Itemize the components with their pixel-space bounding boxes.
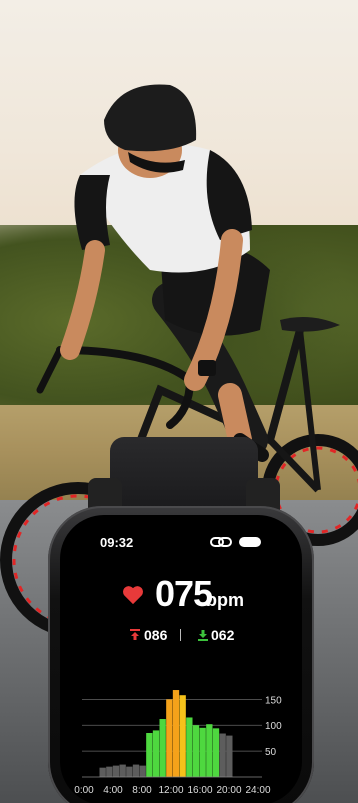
battery-icon xyxy=(239,537,261,547)
chart-bar xyxy=(219,733,226,777)
x-tick-label: 0:00 xyxy=(74,785,94,796)
y-tick-label: 100 xyxy=(265,721,282,732)
min-heart-rate: 062 xyxy=(211,627,235,643)
y-tick-label: 50 xyxy=(265,747,277,758)
chart-bar xyxy=(132,764,140,777)
heart-icon xyxy=(123,586,143,605)
arrow-down-icon xyxy=(198,630,208,641)
chart-bar xyxy=(192,725,200,777)
chart-bar xyxy=(106,766,113,777)
max-heart-rate: 086 xyxy=(144,627,168,643)
clock-time: 09:32 xyxy=(100,535,134,550)
link-icon xyxy=(210,537,232,547)
chart-bar xyxy=(119,764,126,777)
chart-bar xyxy=(226,735,233,777)
chart-bar xyxy=(172,690,180,777)
x-tick-label: 8:00 xyxy=(132,785,152,796)
chart-bar xyxy=(179,695,186,777)
heart-rate-chart: 50 100 150 0:00 4:00 8:00 12:00 16:00 20:00 24:00 xyxy=(74,690,282,796)
arrow-up-icon xyxy=(130,629,140,640)
x-tick-label: 12:00 xyxy=(158,785,183,796)
x-tick-label: 4:00 xyxy=(103,785,123,796)
stat-divider xyxy=(180,629,181,641)
chart-bar xyxy=(112,765,120,777)
heart-rate-unit: bpm xyxy=(206,590,244,610)
x-tick-label: 20:00 xyxy=(216,785,241,796)
chart-bar xyxy=(206,724,213,777)
chart-bar xyxy=(199,727,206,777)
watch-screen: 09:32 075 bpm 086 062 50 100 150 0:00 4:00 8:… xyxy=(60,515,302,803)
x-tick-label: 16:00 xyxy=(187,785,212,796)
x-tick-label: 24:00 xyxy=(245,785,270,796)
chart-bar xyxy=(212,728,220,777)
watch-strap xyxy=(110,437,258,507)
product-photo: 09:32 075 bpm 086 062 50 100 150 0:00 4:00 8:… xyxy=(0,0,358,803)
chart-bar xyxy=(152,730,160,777)
chart-bar xyxy=(139,765,146,777)
heart-rate-value: 075 xyxy=(155,573,213,614)
chart-bar xyxy=(166,699,173,777)
y-tick-label: 150 xyxy=(265,695,282,706)
chart-bar xyxy=(99,767,106,777)
chart-bar xyxy=(146,733,153,777)
chart-bar xyxy=(126,766,133,777)
chart-bar xyxy=(159,719,166,777)
chart-bar xyxy=(186,717,193,777)
